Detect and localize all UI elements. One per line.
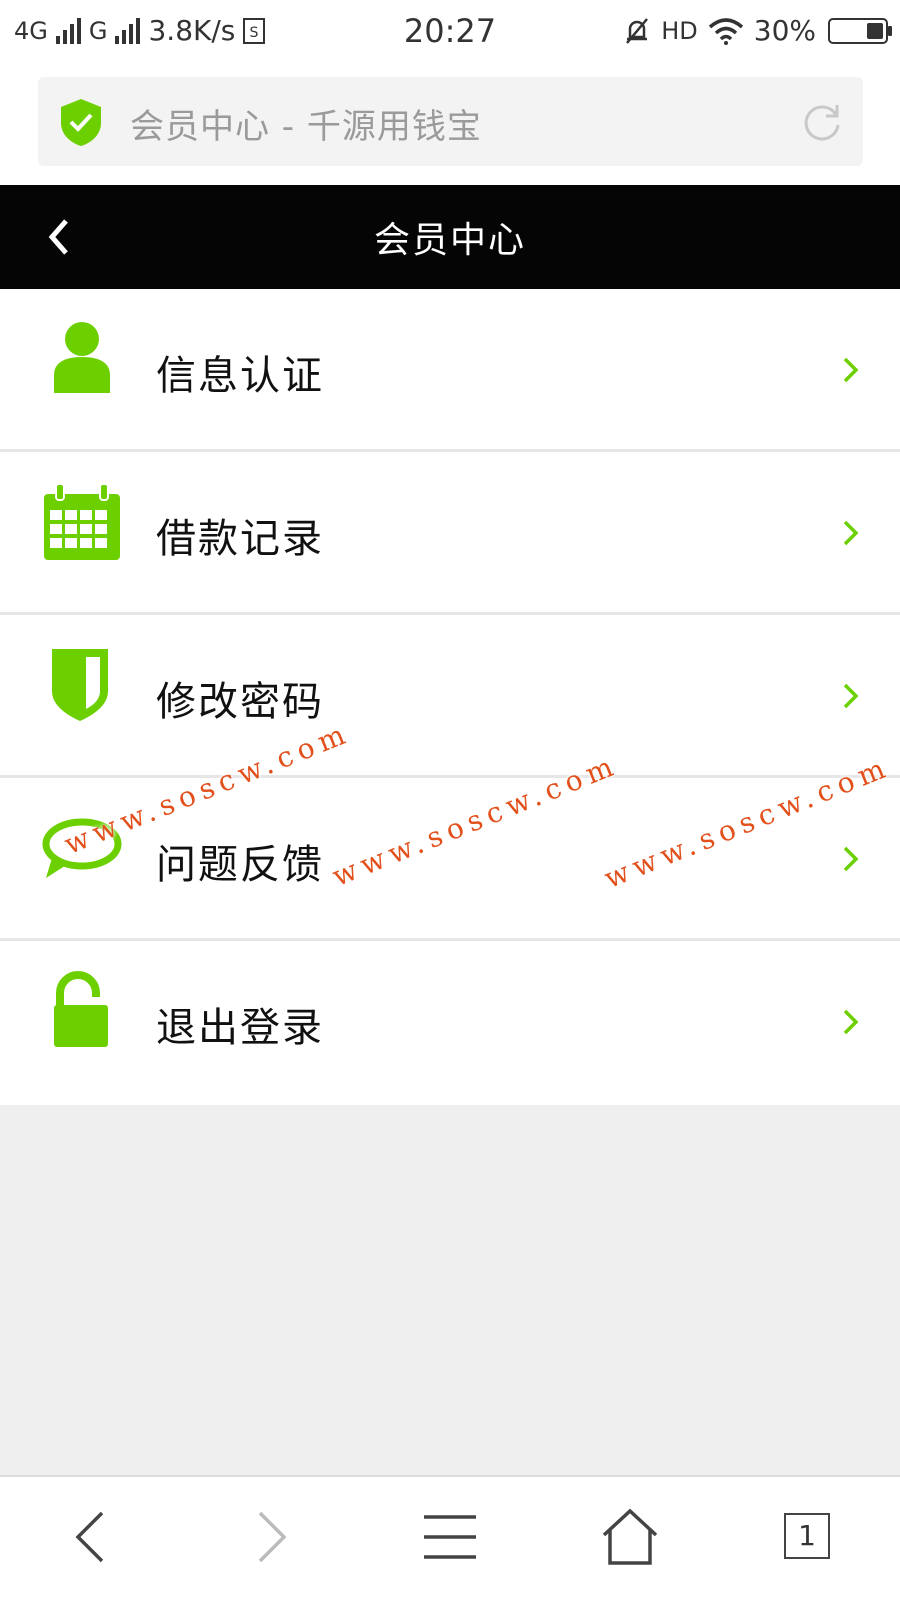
menu-item-label: 问题反馈 (156, 842, 324, 888)
menu-icon[interactable] (420, 1507, 480, 1567)
calendar-icon (44, 483, 120, 560)
mute-bell-icon (626, 17, 649, 44)
chevron-right-icon (843, 1009, 859, 1035)
page-title: 会员中心 (373, 220, 526, 261)
status-bar: 4G G 3.8K/s S 20:27 HD 30% (0, 0, 900, 62)
browser-forward-icon[interactable] (240, 1507, 300, 1567)
menu-item-loan-records[interactable]: 借款记录 (0, 452, 900, 615)
member-menu: 信息认证 借款记录 修改密码 问题反馈 退出登录 (0, 289, 900, 1105)
menu-item-feedback[interactable]: 问题反馈 (0, 778, 900, 941)
reload-icon[interactable] (801, 101, 843, 143)
home-icon[interactable] (600, 1507, 660, 1567)
address-bar[interactable]: 会员中心 - 千源用钱宝 (38, 77, 863, 166)
chevron-right-icon (843, 683, 859, 709)
hd-indicator: HD (661, 16, 698, 45)
menu-item-label: 退出登录 (156, 1005, 324, 1051)
unlock-icon (54, 971, 108, 1047)
battery-icon (828, 17, 892, 44)
security-shield-icon (61, 99, 101, 146)
user-icon (54, 322, 110, 393)
browser-back-icon[interactable] (62, 1507, 122, 1567)
tab-count-button[interactable]: 1 (784, 1513, 830, 1559)
browser-address-area: 会员中心 - 千源用钱宝 (0, 62, 900, 185)
page-title-in-address-bar: 会员中心 - 千源用钱宝 (130, 107, 482, 147)
chevron-right-icon (843, 520, 859, 546)
menu-item-label: 信息认证 (156, 353, 324, 399)
chevron-right-icon (843, 357, 859, 383)
shield-icon (52, 649, 108, 721)
status-right: HD 30% (623, 14, 892, 47)
chat-bubble-icon (42, 818, 122, 878)
battery-percent: 30% (753, 14, 816, 47)
chevron-right-icon (843, 846, 859, 872)
menu-item-label: 借款记录 (156, 516, 324, 562)
page-header: 会员中心 (0, 185, 900, 289)
browser-bottom-bar: 1 (0, 1475, 900, 1600)
menu-item-logout[interactable]: 退出登录 (0, 941, 900, 1105)
menu-item-label: 修改密码 (156, 679, 324, 725)
menu-item-change-password[interactable]: 修改密码 (0, 615, 900, 778)
wifi-icon (708, 17, 743, 45)
menu-item-info-verification[interactable]: 信息认证 (0, 289, 900, 452)
